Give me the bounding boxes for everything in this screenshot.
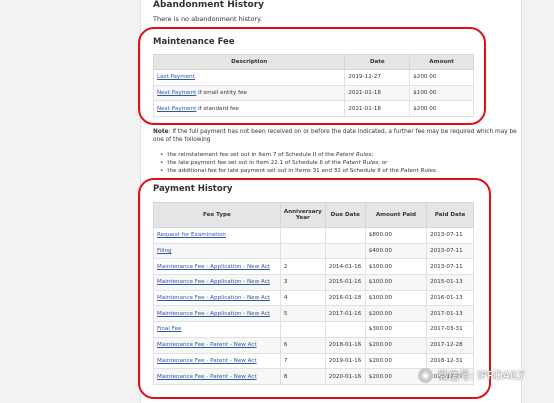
note-label: Note	[153, 129, 169, 135]
abandonment-history-text: There is no abandonment history.	[153, 15, 263, 23]
note-text: : If the full payment has not been recei…	[153, 129, 517, 143]
watermark-text: 微信号: IPRDAILY	[438, 370, 525, 382]
maintenance-fee-highlight-ring	[138, 27, 486, 125]
fee-note: Note: If the full payment has not been r…	[153, 128, 518, 144]
payment-history-highlight-ring	[138, 178, 491, 399]
watermark: ◉ 微信号: IPRDAILY	[418, 368, 525, 383]
note-bullet: the reinstatement fee set out in Item 7 …	[160, 151, 520, 159]
note-bullet: the additional fee for late payment set …	[160, 167, 520, 175]
wechat-icon: ◉	[418, 368, 433, 383]
note-bullet-list: the reinstatement fee set out in Item 7 …	[160, 151, 520, 175]
abandonment-history-heading: Abandonment History	[153, 0, 265, 10]
note-bullet: the late payment fee set out in Item 22.…	[160, 159, 520, 167]
